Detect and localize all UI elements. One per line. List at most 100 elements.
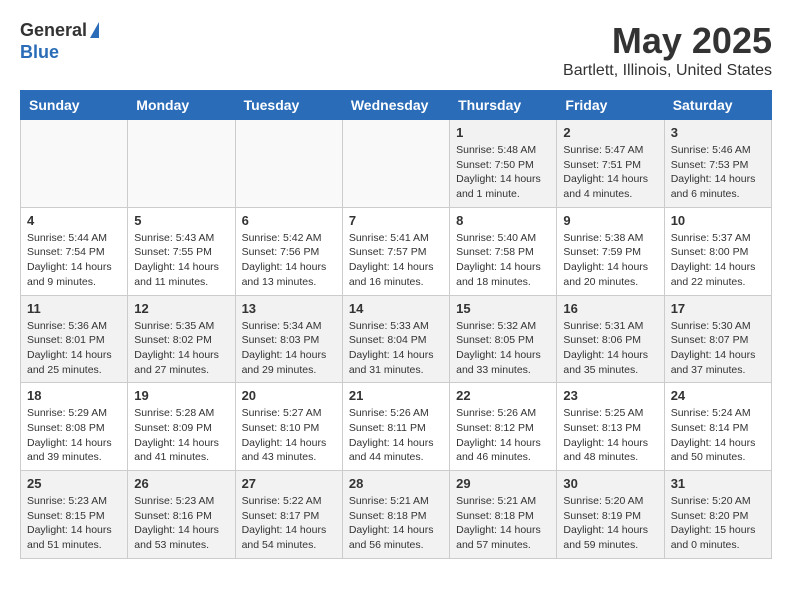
calendar-cell: 23 Sunrise: 5:25 AM Sunset: 8:13 PM Dayli… xyxy=(557,383,664,471)
day-number: 31 xyxy=(671,476,765,491)
calendar-cell: 19 Sunrise: 5:28 AM Sunset: 8:09 PM Dayli… xyxy=(128,383,235,471)
calendar-cell: 6 Sunrise: 5:42 AM Sunset: 7:56 PM Daylig… xyxy=(235,207,342,295)
calendar-cell: 25 Sunrise: 5:23 AM Sunset: 8:15 PM Dayli… xyxy=(21,471,128,559)
cell-content: Sunrise: 5:23 AM Sunset: 8:16 PM Dayligh… xyxy=(134,494,228,553)
cell-content: Sunrise: 5:41 AM Sunset: 7:57 PM Dayligh… xyxy=(349,231,443,290)
cell-content: Sunrise: 5:42 AM Sunset: 7:56 PM Dayligh… xyxy=(242,231,336,290)
day-number: 16 xyxy=(563,301,657,316)
header: General Blue May 2025 Bartlett, Illinois… xyxy=(20,20,772,80)
cell-content: Sunrise: 5:20 AM Sunset: 8:19 PM Dayligh… xyxy=(563,494,657,553)
cell-content: Sunrise: 5:48 AM Sunset: 7:50 PM Dayligh… xyxy=(456,143,550,202)
day-number: 7 xyxy=(349,213,443,228)
week-row-5: 25 Sunrise: 5:23 AM Sunset: 8:15 PM Dayli… xyxy=(21,471,772,559)
calendar-cell: 1 Sunrise: 5:48 AM Sunset: 7:50 PM Daylig… xyxy=(450,120,557,208)
calendar-cell: 10 Sunrise: 5:37 AM Sunset: 8:00 PM Dayli… xyxy=(664,207,771,295)
day-number: 1 xyxy=(456,125,550,140)
calendar-cell: 20 Sunrise: 5:27 AM Sunset: 8:10 PM Dayli… xyxy=(235,383,342,471)
cell-content: Sunrise: 5:21 AM Sunset: 8:18 PM Dayligh… xyxy=(456,494,550,553)
calendar-cell: 17 Sunrise: 5:30 AM Sunset: 8:07 PM Dayli… xyxy=(664,295,771,383)
cell-content: Sunrise: 5:40 AM Sunset: 7:58 PM Dayligh… xyxy=(456,231,550,290)
calendar-cell: 18Sunrise: 5:29 AM Sunset: 8:08 PM Dayli… xyxy=(21,383,128,471)
week-row-1: 1 Sunrise: 5:48 AM Sunset: 7:50 PM Daylig… xyxy=(21,120,772,208)
weekday-header-tuesday: Tuesday xyxy=(235,91,342,120)
calendar-cell: 29Sunrise: 5:21 AM Sunset: 8:18 PM Dayli… xyxy=(450,471,557,559)
cell-content: Sunrise: 5:29 AM Sunset: 8:08 PM Dayligh… xyxy=(27,406,121,465)
week-row-4: 18Sunrise: 5:29 AM Sunset: 8:08 PM Dayli… xyxy=(21,383,772,471)
cell-content: Sunrise: 5:25 AM Sunset: 8:13 PM Dayligh… xyxy=(563,406,657,465)
day-number: 10 xyxy=(671,213,765,228)
weekday-header-thursday: Thursday xyxy=(450,91,557,120)
day-number: 25 xyxy=(27,476,121,491)
logo-triangle-icon xyxy=(90,22,99,38)
calendar-cell: 2 Sunrise: 5:47 AM Sunset: 7:51 PM Daylig… xyxy=(557,120,664,208)
day-number: 14 xyxy=(349,301,443,316)
cell-content: Sunrise: 5:28 AM Sunset: 8:09 PM Dayligh… xyxy=(134,406,228,465)
cell-content: Sunrise: 5:23 AM Sunset: 8:15 PM Dayligh… xyxy=(27,494,121,553)
cell-content: Sunrise: 5:34 AM Sunset: 8:03 PM Dayligh… xyxy=(242,319,336,378)
day-number: 22 xyxy=(456,388,550,403)
cell-content: Sunrise: 5:31 AM Sunset: 8:06 PM Dayligh… xyxy=(563,319,657,378)
cell-content: Sunrise: 5:26 AM Sunset: 8:12 PM Dayligh… xyxy=(456,406,550,465)
cell-content: Sunrise: 5:37 AM Sunset: 8:00 PM Dayligh… xyxy=(671,231,765,290)
calendar-cell xyxy=(128,120,235,208)
calendar-cell: 11Sunrise: 5:36 AM Sunset: 8:01 PM Dayli… xyxy=(21,295,128,383)
weekday-header-friday: Friday xyxy=(557,91,664,120)
day-number: 21 xyxy=(349,388,443,403)
cell-content: Sunrise: 5:30 AM Sunset: 8:07 PM Dayligh… xyxy=(671,319,765,378)
day-number: 4 xyxy=(27,213,121,228)
day-number: 20 xyxy=(242,388,336,403)
logo-general: General xyxy=(20,20,87,42)
day-number: 2 xyxy=(563,125,657,140)
cell-content: Sunrise: 5:24 AM Sunset: 8:14 PM Dayligh… xyxy=(671,406,765,465)
calendar-cell xyxy=(235,120,342,208)
weekday-header-sunday: Sunday xyxy=(21,91,128,120)
day-number: 8 xyxy=(456,213,550,228)
calendar-cell: 24 Sunrise: 5:24 AM Sunset: 8:14 PM Dayli… xyxy=(664,383,771,471)
calendar-cell: 30Sunrise: 5:20 AM Sunset: 8:19 PM Dayli… xyxy=(557,471,664,559)
calendar-cell xyxy=(21,120,128,208)
cell-content: Sunrise: 5:44 AM Sunset: 7:54 PM Dayligh… xyxy=(27,231,121,290)
weekday-header-monday: Monday xyxy=(128,91,235,120)
main-title: May 2025 xyxy=(563,20,772,62)
cell-content: Sunrise: 5:20 AM Sunset: 8:20 PM Dayligh… xyxy=(671,494,765,553)
week-row-3: 11Sunrise: 5:36 AM Sunset: 8:01 PM Dayli… xyxy=(21,295,772,383)
logo: General Blue xyxy=(20,20,99,63)
calendar-cell: 27 Sunrise: 5:22 AM Sunset: 8:17 PM Dayli… xyxy=(235,471,342,559)
calendar-cell: 12Sunrise: 5:35 AM Sunset: 8:02 PM Dayli… xyxy=(128,295,235,383)
calendar-cell: 3Sunrise: 5:46 AM Sunset: 7:53 PM Daylig… xyxy=(664,120,771,208)
day-number: 6 xyxy=(242,213,336,228)
cell-content: Sunrise: 5:22 AM Sunset: 8:17 PM Dayligh… xyxy=(242,494,336,553)
calendar-cell: 16 Sunrise: 5:31 AM Sunset: 8:06 PM Dayli… xyxy=(557,295,664,383)
day-number: 27 xyxy=(242,476,336,491)
weekday-header-saturday: Saturday xyxy=(664,91,771,120)
calendar-cell: 5Sunrise: 5:43 AM Sunset: 7:55 PM Daylig… xyxy=(128,207,235,295)
calendar: SundayMondayTuesdayWednesdayThursdayFrid… xyxy=(20,90,772,559)
calendar-cell: 7 Sunrise: 5:41 AM Sunset: 7:57 PM Daylig… xyxy=(342,207,449,295)
day-number: 23 xyxy=(563,388,657,403)
calendar-cell: 8 Sunrise: 5:40 AM Sunset: 7:58 PM Daylig… xyxy=(450,207,557,295)
day-number: 28 xyxy=(349,476,443,491)
day-number: 17 xyxy=(671,301,765,316)
calendar-cell: 31 Sunrise: 5:20 AM Sunset: 8:20 PM Dayli… xyxy=(664,471,771,559)
subtitle: Bartlett, Illinois, United States xyxy=(563,62,772,80)
cell-content: Sunrise: 5:43 AM Sunset: 7:55 PM Dayligh… xyxy=(134,231,228,290)
title-area: May 2025 Bartlett, Illinois, United Stat… xyxy=(563,20,772,80)
day-number: 24 xyxy=(671,388,765,403)
weekday-header-wednesday: Wednesday xyxy=(342,91,449,120)
weekday-header-row: SundayMondayTuesdayWednesdayThursdayFrid… xyxy=(21,91,772,120)
calendar-cell: 21Sunrise: 5:26 AM Sunset: 8:11 PM Dayli… xyxy=(342,383,449,471)
calendar-cell: 28 Sunrise: 5:21 AM Sunset: 8:18 PM Dayli… xyxy=(342,471,449,559)
logo-blue: Blue xyxy=(20,42,59,64)
day-number: 26 xyxy=(134,476,228,491)
day-number: 19 xyxy=(134,388,228,403)
cell-content: Sunrise: 5:21 AM Sunset: 8:18 PM Dayligh… xyxy=(349,494,443,553)
calendar-cell: 14 Sunrise: 5:33 AM Sunset: 8:04 PM Dayli… xyxy=(342,295,449,383)
cell-content: Sunrise: 5:32 AM Sunset: 8:05 PM Dayligh… xyxy=(456,319,550,378)
cell-content: Sunrise: 5:38 AM Sunset: 7:59 PM Dayligh… xyxy=(563,231,657,290)
cell-content: Sunrise: 5:47 AM Sunset: 7:51 PM Dayligh… xyxy=(563,143,657,202)
cell-content: Sunrise: 5:36 AM Sunset: 8:01 PM Dayligh… xyxy=(27,319,121,378)
cell-content: Sunrise: 5:27 AM Sunset: 8:10 PM Dayligh… xyxy=(242,406,336,465)
calendar-cell: 4 Sunrise: 5:44 AM Sunset: 7:54 PM Daylig… xyxy=(21,207,128,295)
cell-content: Sunrise: 5:33 AM Sunset: 8:04 PM Dayligh… xyxy=(349,319,443,378)
calendar-cell: 15Sunrise: 5:32 AM Sunset: 8:05 PM Dayli… xyxy=(450,295,557,383)
